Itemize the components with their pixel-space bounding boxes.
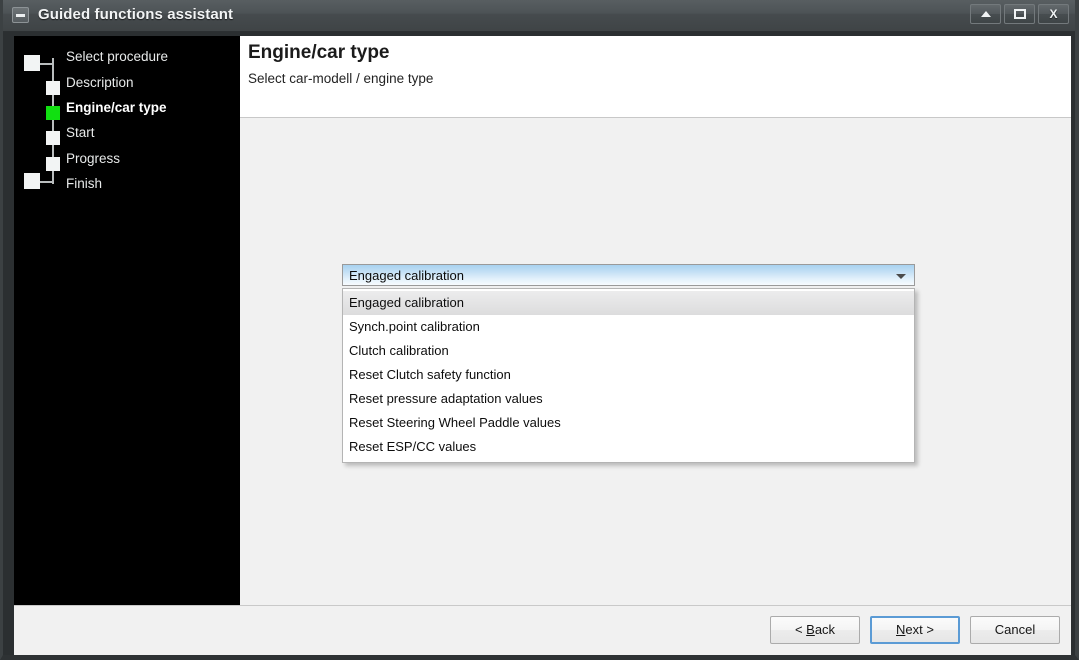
step-node-description[interactable] — [46, 81, 60, 95]
dialog-footer: < Back Next > Cancel — [14, 605, 1071, 655]
cancel-button[interactable]: Cancel — [970, 616, 1060, 644]
list-item[interactable]: Synch.point calibration — [343, 315, 914, 339]
window-title: Guided functions assistant — [38, 6, 234, 23]
combobox-value: Engaged calibration — [349, 268, 464, 283]
maximize-button[interactable] — [1004, 4, 1035, 24]
step-navigation-sidebar: Select procedure Description Engine/car … — [14, 36, 240, 605]
back-button[interactable]: < Back — [770, 616, 860, 644]
cancel-button-suffix: ancel — [1004, 622, 1036, 637]
next-button-suffix: ext > — [905, 622, 934, 637]
step-tree: Select procedure Description Engine/car … — [14, 36, 240, 196]
back-button-prefix: < — [794, 622, 807, 637]
list-item[interactable]: Clutch calibration — [343, 339, 914, 363]
list-item[interactable]: Reset pressure adaptation values — [343, 387, 914, 411]
step-node-progress[interactable] — [46, 157, 60, 171]
step-node-select-procedure[interactable] — [24, 55, 40, 71]
engine-type-combobox[interactable]: Engaged calibration — [342, 264, 915, 286]
step-node-finish[interactable] — [24, 173, 40, 189]
sidebar-item-select-procedure[interactable]: Select procedure — [66, 49, 168, 64]
tree-connector-stub-top — [40, 63, 54, 65]
close-icon: X — [1049, 7, 1058, 21]
application-window: Guided functions assistant X Select proc… — [0, 0, 1079, 660]
minimize-button[interactable] — [970, 4, 1001, 24]
next-button-accel: N — [896, 622, 906, 637]
back-button-accel: B — [806, 622, 815, 637]
step-node-start[interactable] — [46, 131, 60, 145]
triangle-up-icon — [980, 11, 991, 17]
page-header: Engine/car type Select car-modell / engi… — [240, 36, 1071, 118]
window-minus-icon — [12, 7, 29, 23]
tree-connector-stub-bottom — [40, 181, 54, 183]
sidebar-item-description[interactable]: Description — [66, 75, 134, 90]
list-item[interactable]: Reset Steering Wheel Paddle values — [343, 411, 914, 435]
list-item[interactable]: Reset Clutch safety function — [343, 363, 914, 387]
sidebar-item-progress[interactable]: Progress — [66, 151, 120, 166]
cancel-button-accel: C — [994, 622, 1005, 637]
chevron-down-icon[interactable] — [896, 274, 906, 279]
square-icon — [1013, 9, 1026, 19]
step-node-engine-car-type[interactable] — [46, 106, 60, 120]
page-subtitle: Select car-modell / engine type — [248, 71, 434, 86]
sidebar-item-start[interactable]: Start — [66, 125, 95, 140]
sidebar-item-finish[interactable]: Finish — [66, 176, 102, 191]
title-bar: Guided functions assistant X — [3, 0, 1075, 32]
back-button-suffix: ack — [814, 622, 836, 637]
list-item[interactable]: Reset ESP/CC values — [343, 435, 914, 459]
dialog-button-row: < Back Next > Cancel — [770, 616, 1060, 644]
list-item[interactable]: Engaged calibration — [343, 291, 914, 315]
close-button[interactable]: X — [1038, 4, 1069, 24]
main-content-panel: Engine/car type Select car-modell / engi… — [240, 36, 1071, 605]
sidebar-item-engine-car-type[interactable]: Engine/car type — [66, 100, 167, 115]
page-title: Engine/car type — [248, 42, 390, 63]
next-button[interactable]: Next > — [870, 616, 960, 644]
engine-type-dropdown-list[interactable]: Engaged calibration Synch.point calibrat… — [342, 288, 915, 463]
window-controls: X — [970, 4, 1069, 24]
